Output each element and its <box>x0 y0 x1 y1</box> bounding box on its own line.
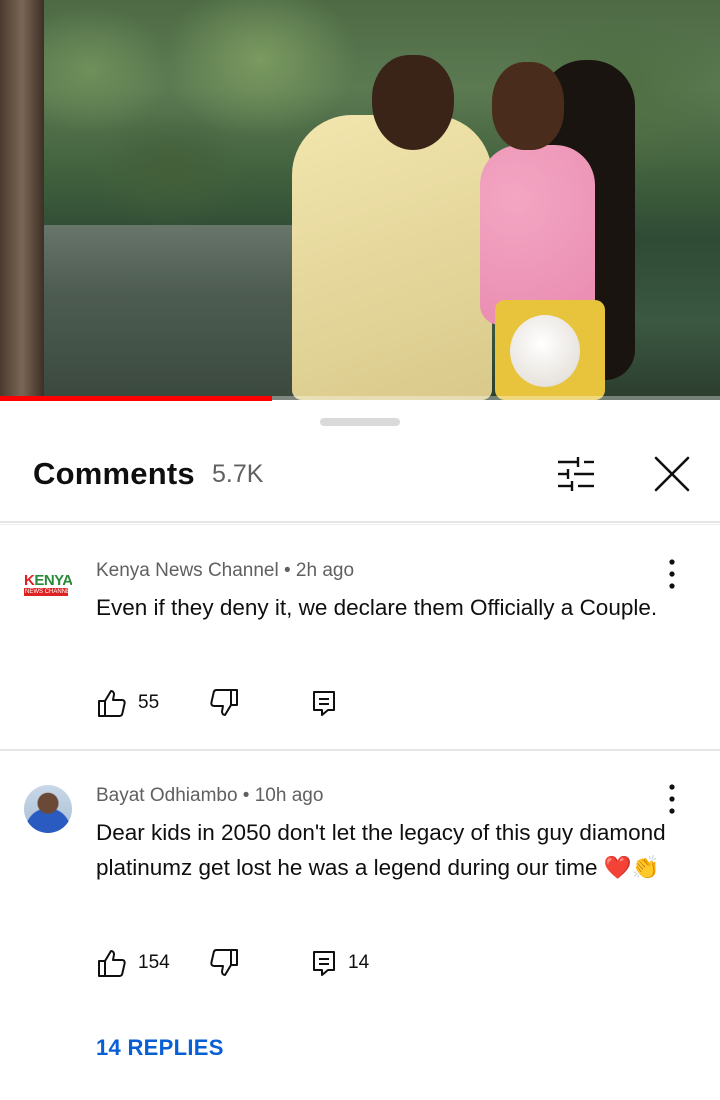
thumbs-down-icon <box>210 689 238 716</box>
reply-count: 14 <box>348 952 370 973</box>
close-icon <box>654 456 690 492</box>
like-count: 55 <box>138 692 160 713</box>
header-divider <box>0 521 720 523</box>
like-count: 154 <box>138 952 170 973</box>
like-button[interactable]: 154 <box>96 946 170 980</box>
sliders-icon <box>558 457 594 491</box>
thumbs-up-icon <box>98 950 126 977</box>
dislike-button[interactable] <box>208 686 240 720</box>
video-woman-head <box>492 62 564 150</box>
sort-filter-button[interactable] <box>552 452 600 500</box>
comment-more-button[interactable] <box>656 779 688 819</box>
thumbs-down-icon <box>210 949 238 976</box>
thumbs-up-icon <box>98 690 126 717</box>
reply-button[interactable]: 14 <box>310 946 369 980</box>
comment-author-time[interactable]: Bayat Odhiambo • 10h ago <box>96 785 323 807</box>
comment-item: Bayat Odhiambo • 10h ago Dear kids in 20… <box>0 784 720 1085</box>
comment-text: Dear kids in 2050 don't let the legacy o… <box>96 820 666 880</box>
video-progress-fill <box>0 396 273 401</box>
avatar-logo-text: KENYA <box>24 571 72 589</box>
video-player[interactable] <box>0 0 720 400</box>
comment-text: Even if they deny it, we declare them Of… <box>96 595 658 620</box>
video-man-head <box>372 55 454 150</box>
sheet-drag-handle[interactable] <box>320 418 400 426</box>
more-vert-icon <box>669 559 675 589</box>
comment-icon <box>313 951 335 976</box>
avatar[interactable] <box>24 785 72 833</box>
view-replies-link[interactable]: 14 REPLIES <box>96 1035 224 1061</box>
close-button[interactable] <box>648 452 696 500</box>
dislike-button[interactable] <box>208 946 240 980</box>
reply-button[interactable] <box>310 686 338 720</box>
comments-count: 5.7K <box>212 460 264 488</box>
comment-actions: 55 <box>96 686 396 720</box>
avatar-logo-subtext: NEWS CHANNEL <box>24 587 72 596</box>
comment-icon <box>313 691 335 716</box>
video-man-figure <box>292 115 492 400</box>
video-tree-trunk <box>0 0 44 400</box>
video-progress-bar[interactable] <box>0 396 720 401</box>
comment-divider <box>0 749 720 751</box>
comment-author-time[interactable]: Kenya News Channel • 2h ago <box>96 560 354 582</box>
video-round-bag <box>510 315 580 387</box>
avatar[interactable]: KENYA NEWS CHANNEL <box>24 560 72 608</box>
like-button[interactable]: 55 <box>96 686 159 720</box>
more-vert-icon <box>669 784 675 814</box>
comments-header: Comments 5.7K <box>0 442 720 522</box>
comment-item: KENYA NEWS CHANNEL Kenya News Channel • … <box>0 559 720 750</box>
comment-more-button[interactable] <box>656 554 688 594</box>
comment-actions: 154 14 <box>96 946 396 980</box>
comments-title: Comments <box>33 456 195 491</box>
comments-sheet: Comments 5.7K KENYA NEWS CHANNEL Kenya N… <box>0 402 720 1100</box>
video-woman-figure <box>480 145 595 325</box>
header-divider-shadow <box>0 524 720 525</box>
